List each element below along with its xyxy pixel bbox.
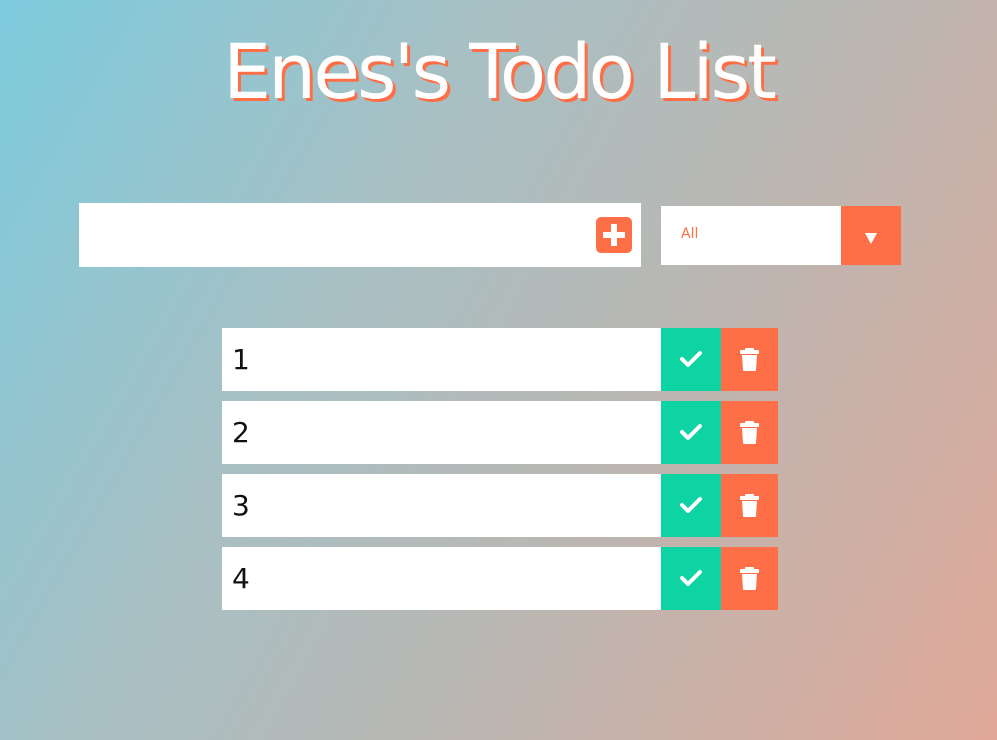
todo-text: 1 — [232, 343, 250, 376]
trash-icon — [740, 421, 759, 444]
todo-item: 2 — [222, 401, 778, 464]
trash-icon — [740, 567, 759, 590]
todo-text: 4 — [232, 562, 250, 595]
filter-select[interactable]: All — [661, 206, 901, 265]
plus-icon — [603, 224, 625, 246]
caret-down-icon — [865, 233, 877, 244]
todo-item: 3 — [222, 474, 778, 537]
delete-button[interactable] — [721, 474, 778, 537]
todo-item: 1 — [222, 328, 778, 391]
todo-text: 3 — [232, 489, 250, 522]
check-icon — [680, 351, 702, 367]
complete-button[interactable] — [661, 328, 721, 391]
todo-text: 2 — [232, 416, 250, 449]
page-title: Enes's Todo List — [223, 27, 777, 116]
delete-button[interactable] — [721, 401, 778, 464]
check-icon — [680, 424, 702, 440]
todo-list: 1 2 3 4 — [222, 328, 778, 620]
add-todo-button[interactable] — [596, 217, 632, 253]
filter-dropdown-button[interactable] — [841, 206, 901, 265]
todo-input[interactable] — [79, 203, 579, 267]
delete-button[interactable] — [721, 328, 778, 391]
complete-button[interactable] — [661, 547, 721, 610]
check-icon — [680, 497, 702, 513]
filter-selected-value: All — [681, 226, 699, 242]
todo-form — [79, 203, 641, 267]
trash-icon — [740, 348, 759, 371]
check-icon — [680, 570, 702, 586]
delete-button[interactable] — [721, 547, 778, 610]
trash-icon — [740, 494, 759, 517]
complete-button[interactable] — [661, 401, 721, 464]
complete-button[interactable] — [661, 474, 721, 537]
todo-item: 4 — [222, 547, 778, 610]
